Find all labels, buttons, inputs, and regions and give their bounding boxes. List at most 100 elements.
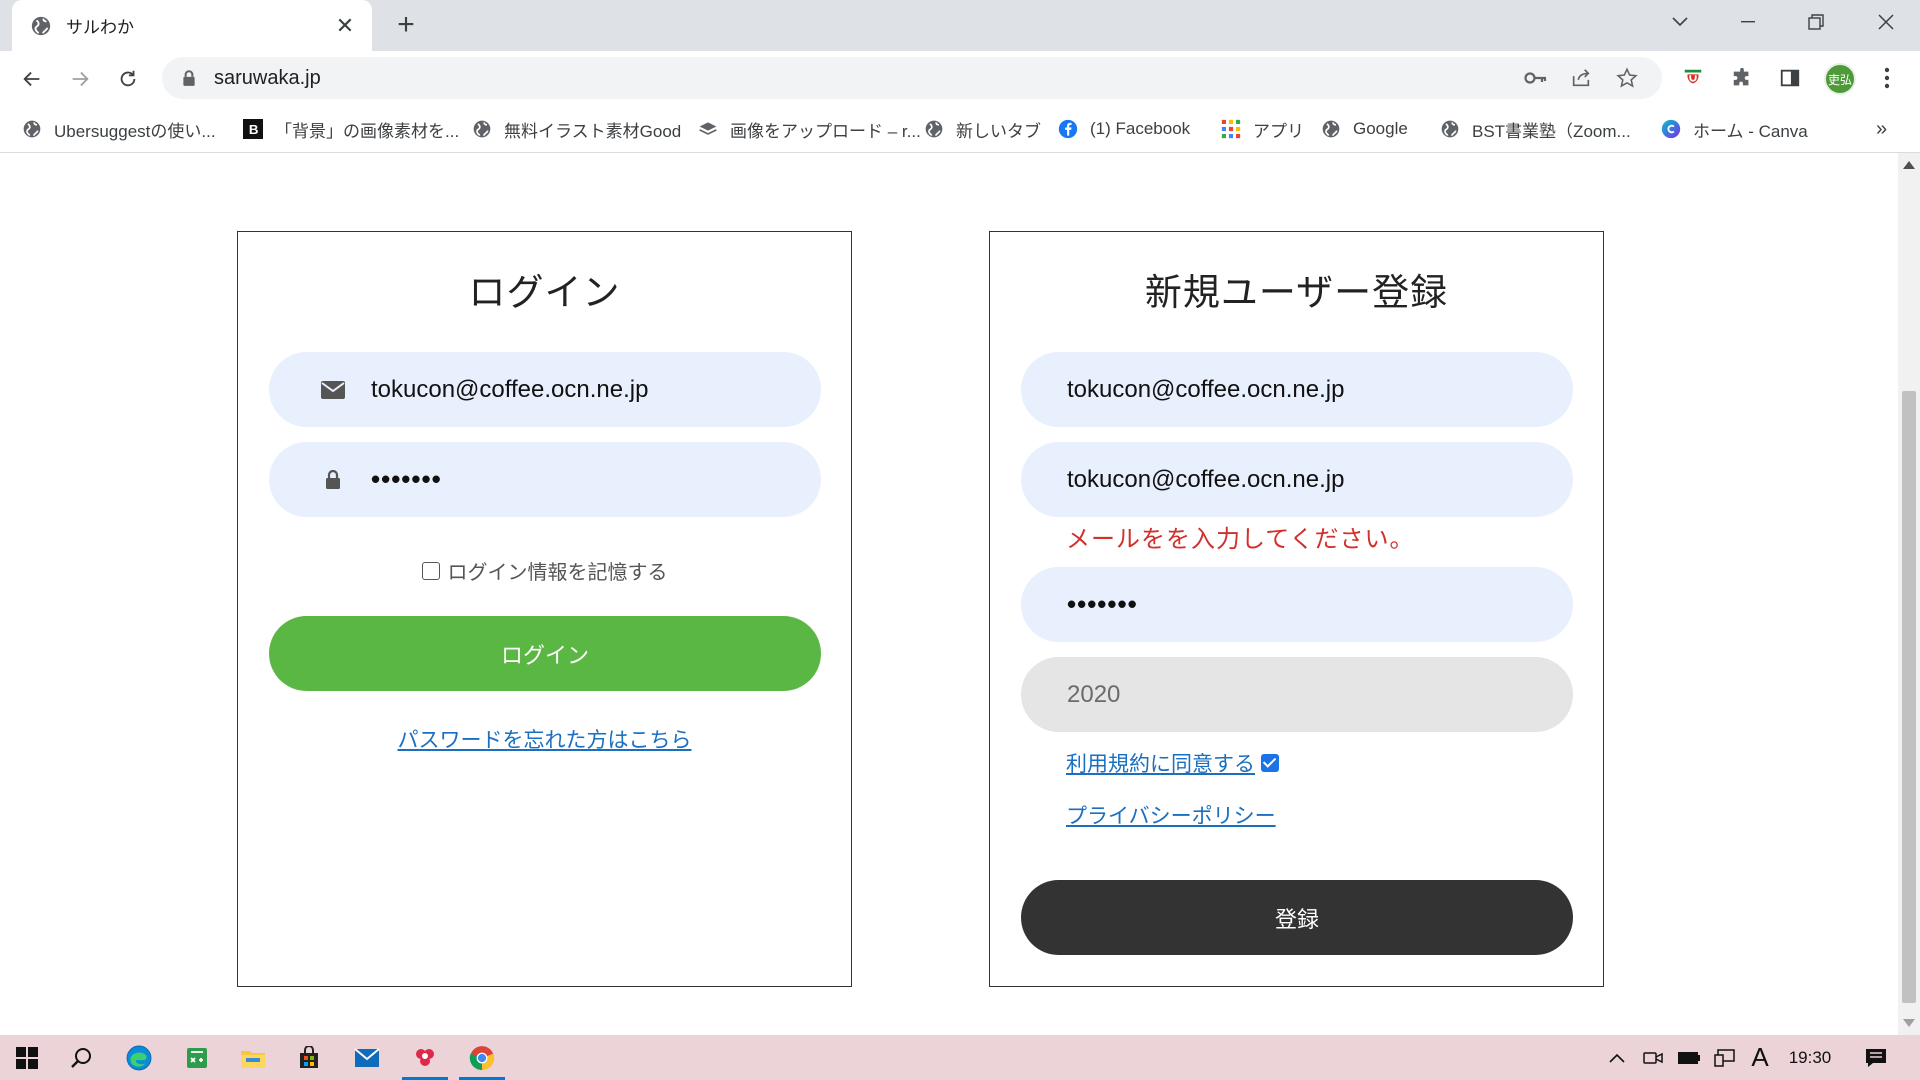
edge-browser-icon[interactable] <box>112 1035 166 1080</box>
network-icon[interactable] <box>1710 1035 1740 1080</box>
battery-icon[interactable] <box>1674 1035 1704 1080</box>
login-password-field[interactable]: ••••••• <box>269 442 821 517</box>
bookmark-item[interactable]: 画像をアップロード – r... <box>698 115 921 143</box>
search-icon[interactable] <box>54 1035 108 1080</box>
globe-icon <box>31 16 51 35</box>
share-icon[interactable] <box>1570 57 1592 99</box>
login-button[interactable]: ログイン <box>269 616 821 691</box>
register-email-confirm-field[interactable]: tokucon@coffee.ocn.ne.jp <box>1021 442 1573 517</box>
scroll-up-arrow-icon[interactable] <box>1903 161 1915 169</box>
windows-start-icon[interactable] <box>0 1035 54 1080</box>
bookmark-label: BST書業塾（Zoom... <box>1472 121 1631 141</box>
privacy-policy-link[interactable]: プライバシーポリシー <box>1066 805 1276 828</box>
tab-close-icon[interactable]: ✕ <box>332 13 358 39</box>
photo-app-icon[interactable] <box>398 1035 452 1080</box>
globe-icon <box>925 120 943 138</box>
forgot-password-row: パスワードを忘れた方はこちら <box>238 724 851 754</box>
mail-app-icon[interactable] <box>340 1035 394 1080</box>
envelope-icon <box>321 378 345 402</box>
bookmark-star-icon[interactable] <box>1616 57 1638 99</box>
b-icon: B <box>243 119 263 139</box>
page-content: ログイン tokucon@coffee.ocn.ne.jp ••••••• ログ… <box>0 153 1898 1035</box>
bookmark-item[interactable]: ホーム - Canva <box>1661 115 1808 143</box>
browser-tab[interactable]: サルわか ✕ <box>12 0 372 51</box>
facebook-icon <box>1058 119 1078 139</box>
bookmark-label: ホーム - Canva <box>1693 121 1808 141</box>
register-email-field[interactable]: tokucon@coffee.ocn.ne.jp <box>1021 352 1573 427</box>
remember-label[interactable]: ログイン情報を記憶する <box>448 556 668 585</box>
layers-icon <box>699 122 717 135</box>
extensions-puzzle-icon[interactable] <box>1727 63 1757 93</box>
tray-chevron-icon[interactable] <box>1602 1035 1632 1080</box>
privacy-row: プライバシーポリシー <box>1066 800 1276 830</box>
side-panel-icon[interactable] <box>1775 63 1805 93</box>
page-scrollbar[interactable] <box>1898 153 1920 1035</box>
browser-menu-icon[interactable] <box>1872 63 1902 93</box>
terms-row: 利用規約に同意する <box>1066 748 1279 778</box>
restore-button[interactable] <box>1782 0 1850 44</box>
bookmarks-bar: Ubersuggestの使い... B 「背景」の画像素材を... 無料イラスト… <box>0 105 1920 153</box>
bookmark-label: Ubersuggestの使い... <box>54 121 216 141</box>
login-title: ログイン <box>468 272 621 313</box>
calculator-app-icon[interactable] <box>170 1035 224 1080</box>
bookmark-label: 画像をアップロード – r... <box>730 121 921 141</box>
reload-icon <box>120 70 136 87</box>
bookmark-item[interactable]: アプリ <box>1221 115 1304 143</box>
terms-checkbox[interactable] <box>1261 754 1279 772</box>
canva-icon <box>1661 119 1681 139</box>
bookmark-item[interactable]: Ubersuggestの使い... <box>22 115 216 143</box>
lock-icon <box>183 70 195 86</box>
file-explorer-icon[interactable] <box>226 1035 280 1080</box>
forward-button[interactable] <box>62 61 98 97</box>
new-tab-button[interactable]: + <box>390 10 422 42</box>
arrow-left-icon <box>23 71 40 87</box>
bookmark-item[interactable]: 新しいタブ <box>924 115 1041 143</box>
profile-avatar[interactable]: 吏弘 <box>1824 63 1856 95</box>
bookmark-label: (1) Facebook <box>1090 119 1191 138</box>
bookmark-label: 「背景」の画像素材を... <box>275 121 460 141</box>
bookmark-item[interactable]: BST書業塾（Zoom... <box>1440 115 1631 143</box>
scroll-down-arrow-icon[interactable] <box>1903 1019 1915 1027</box>
birth-year-value: 2020 <box>1067 680 1121 708</box>
register-password-value: ••••••• <box>1067 589 1138 619</box>
bookmark-item[interactable]: 無料イラスト素材Good <box>472 115 681 143</box>
bookmark-label: 無料イラスト素材Good <box>504 121 682 141</box>
globe-icon <box>1322 120 1340 138</box>
globe-icon <box>1441 120 1459 138</box>
bookmark-item[interactable]: Google <box>1321 115 1408 143</box>
scroll-thumb[interactable] <box>1902 391 1916 1003</box>
address-bar[interactable]: saruwaka.jp <box>162 57 1662 99</box>
terms-link[interactable]: 利用規約に同意する <box>1066 748 1255 778</box>
tab-search-icon[interactable] <box>1646 0 1714 44</box>
ime-indicator[interactable]: A <box>1746 1035 1774 1080</box>
bookmark-label: アプリ <box>1253 121 1304 141</box>
minimize-button[interactable] <box>1714 0 1782 44</box>
register-password-field[interactable]: ••••••• <box>1021 567 1573 642</box>
register-button[interactable]: 登録 <box>1021 880 1573 955</box>
apps-grid-icon <box>1221 119 1241 139</box>
clock[interactable]: 19:30 <box>1780 1035 1840 1080</box>
arrow-right-icon <box>72 71 89 87</box>
bookmark-label: Google <box>1353 119 1408 138</box>
chrome-app-icon[interactable] <box>455 1035 509 1080</box>
store-app-icon[interactable] <box>282 1035 336 1080</box>
bookmark-item[interactable]: B 「背景」の画像素材を... <box>243 115 459 143</box>
email-error-message: メールをを入力してください。 <box>1066 526 1415 553</box>
bookmark-item[interactable]: (1) Facebook <box>1058 115 1190 143</box>
bookmarks-overflow-button[interactable]: » <box>1876 115 1887 143</box>
reload-button[interactable] <box>110 61 146 97</box>
close-window-button[interactable] <box>1852 0 1920 44</box>
remember-checkbox[interactable] <box>421 561 440 580</box>
key-icon[interactable] <box>1524 57 1548 99</box>
svg-text:B: B <box>249 122 259 137</box>
register-title: 新規ユーザー登録 <box>1144 272 1449 313</box>
meet-now-icon[interactable] <box>1638 1035 1668 1080</box>
forgot-password-link[interactable]: パスワードを忘れた方はこちら <box>398 729 692 752</box>
extension-shield-icon[interactable] <box>1678 63 1708 93</box>
birth-year-field[interactable]: 2020 <box>1021 657 1573 732</box>
back-button[interactable] <box>14 61 50 97</box>
login-password-value: ••••••• <box>371 464 442 494</box>
url-text[interactable]: saruwaka.jp <box>214 67 321 90</box>
notification-icon[interactable] <box>1856 1035 1896 1080</box>
login-email-field[interactable]: tokucon@coffee.ocn.ne.jp <box>269 352 821 427</box>
